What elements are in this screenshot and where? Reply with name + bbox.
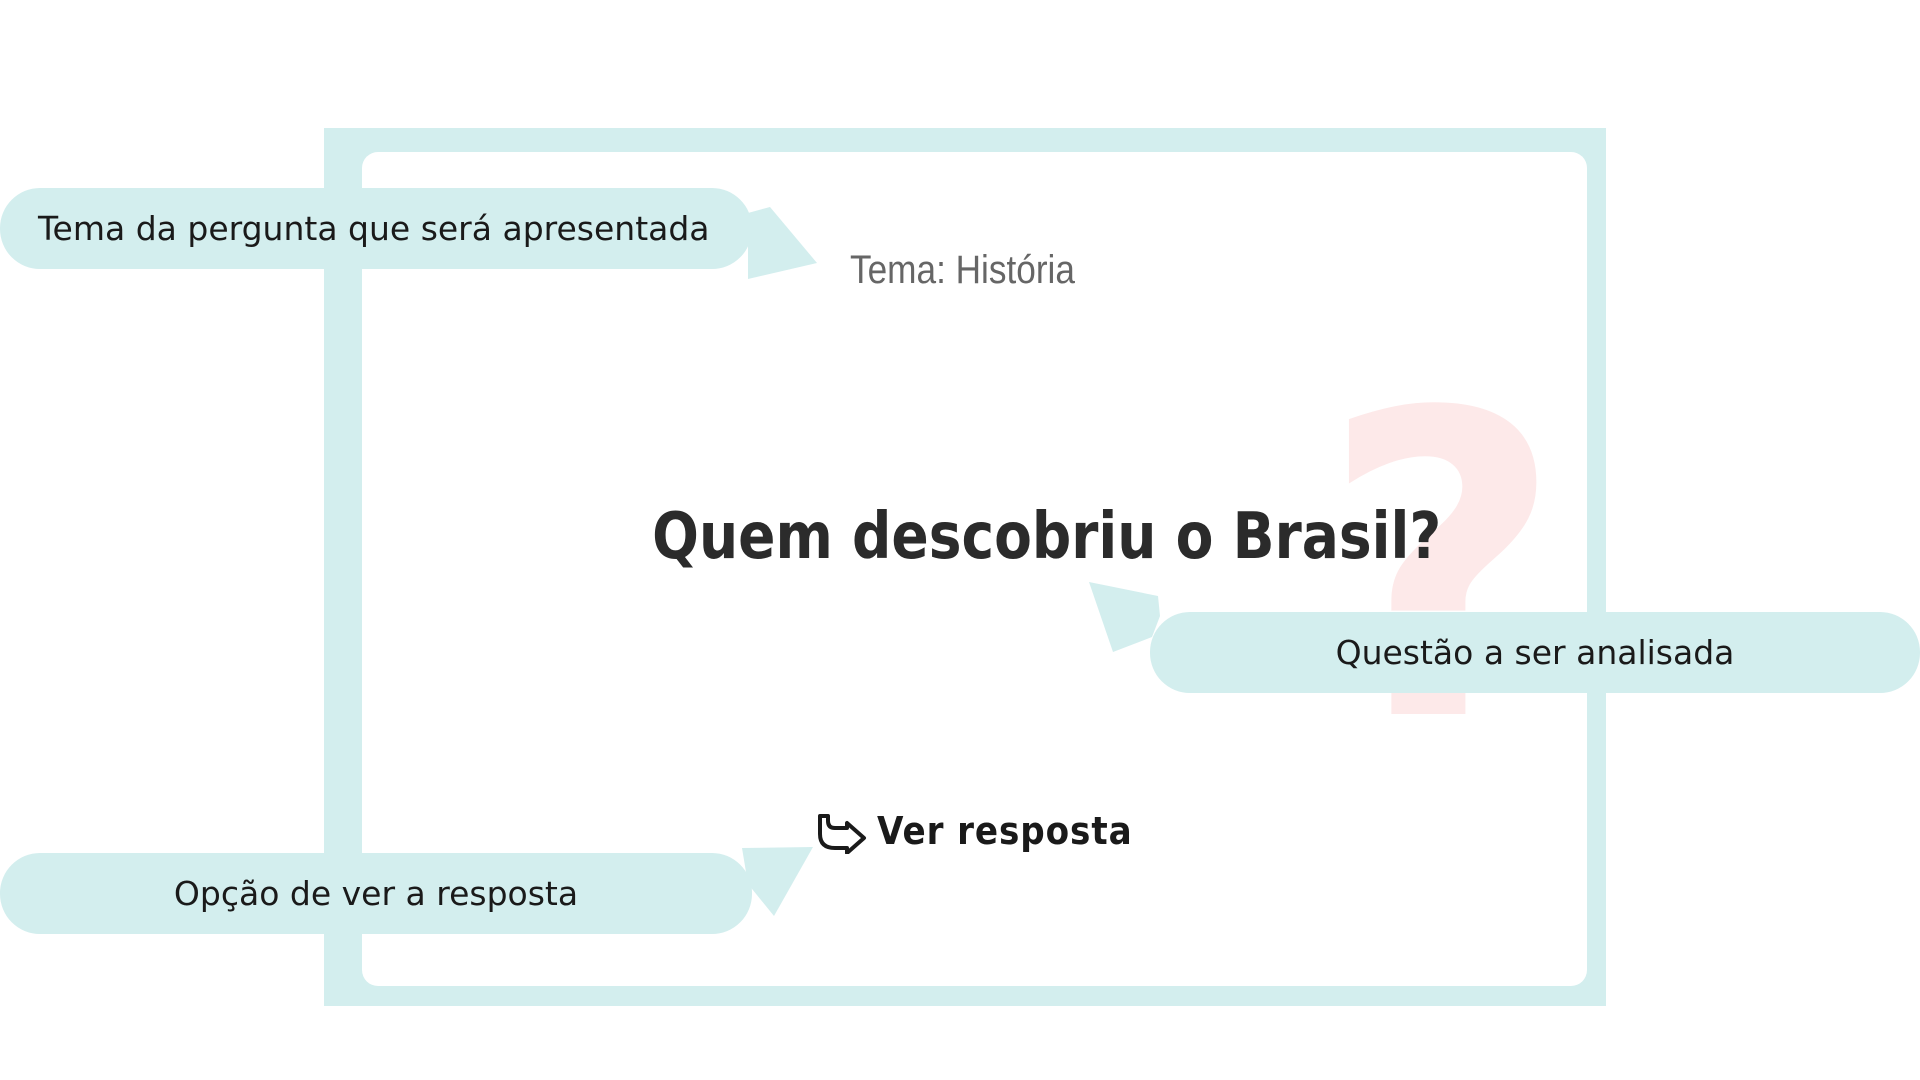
share-arrow-icon <box>818 814 866 854</box>
answer-callout: Opção de ver a resposta <box>0 853 752 934</box>
question-callout: Questão a ser analisada <box>1150 612 1920 693</box>
theme-label: Tema: História <box>850 248 1075 292</box>
see-answer-button[interactable]: Ver resposta <box>815 808 1161 854</box>
theme-callout: Tema da pergunta que será apresentada <box>0 188 752 269</box>
see-answer-label: Ver resposta <box>877 809 1133 853</box>
question-text: Quem descobriu o Brasil? <box>652 500 1442 574</box>
